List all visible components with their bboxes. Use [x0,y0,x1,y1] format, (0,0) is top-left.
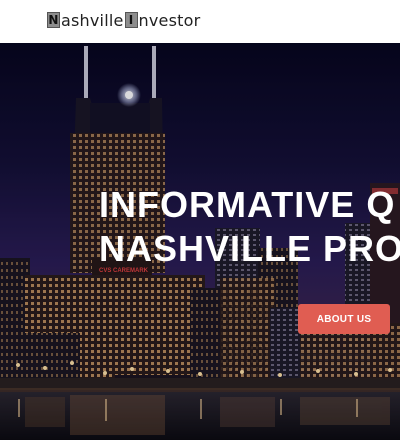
site-logo[interactable]: N ashville I nvestor [47,10,201,30]
hero-title: INFORMATIVE Q NASHVILLE PRO [99,183,400,271]
logo-letter-i: I [124,12,138,28]
hero-banner: CVS CAREMARK INFORMATIVE Q NASHVILLE PRO… [0,43,400,440]
hero-title-line-1: INFORMATIVE Q [99,184,396,225]
hero-title-line-2: NASHVILLE PRO [99,228,400,269]
logo-word-investor: nvestor [138,10,201,30]
about-us-button[interactable]: ABOUT US [298,304,390,334]
logo-word-nashville: ashville [61,10,124,30]
site-header: N ashville I nvestor [0,0,400,43]
logo-letter-n: N [47,12,60,28]
